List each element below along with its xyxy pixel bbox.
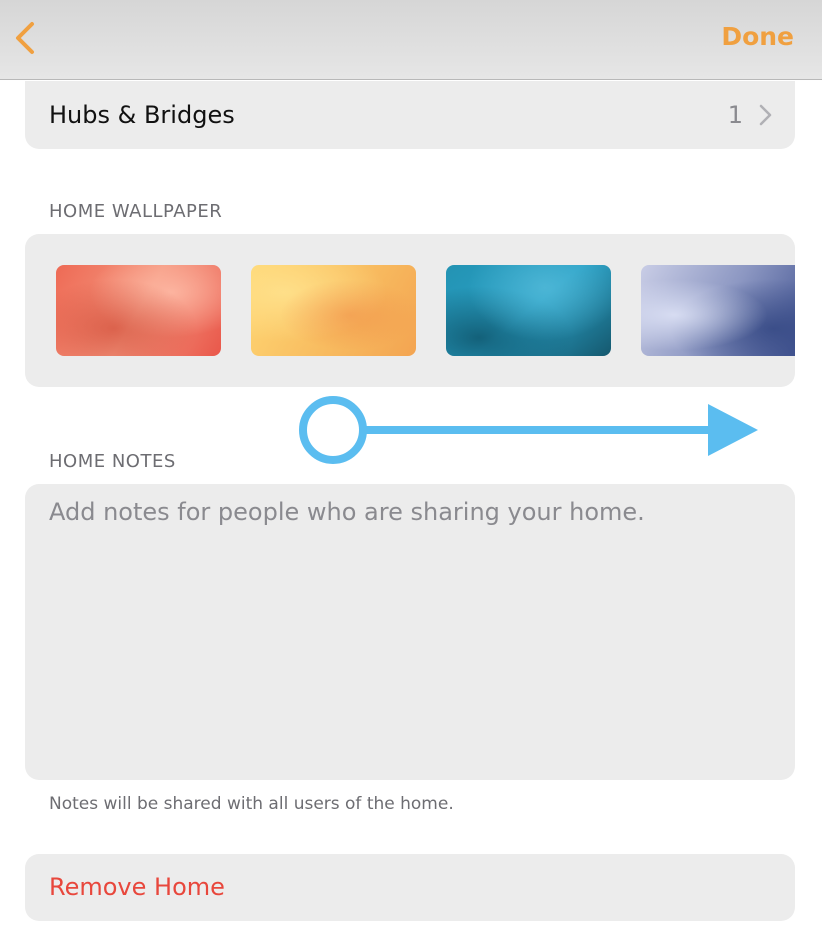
done-button[interactable]: Done — [721, 20, 794, 54]
hubs-and-bridges-label: Hubs & Bridges — [49, 101, 235, 129]
hubs-and-bridges-row[interactable]: Hubs & Bridges 1 — [25, 81, 795, 149]
notes-footer-text: Notes will be shared with all users of t… — [49, 794, 454, 814]
home-notes-header: HOME NOTES — [49, 451, 176, 472]
back-button[interactable] — [8, 18, 48, 58]
wallpaper-thumbnail-coral[interactable] — [56, 265, 221, 356]
remove-home-button[interactable]: Remove Home — [25, 854, 795, 921]
wallpaper-thumbnail-teal[interactable] — [446, 265, 611, 356]
wallpaper-picker[interactable] — [25, 234, 795, 387]
chevron-left-icon — [16, 22, 34, 54]
remove-home-label: Remove Home — [49, 873, 225, 901]
chevron-right-icon — [759, 104, 772, 126]
home-notes-placeholder: Add notes for people who are sharing you… — [49, 498, 645, 526]
home-wallpaper-header: HOME WALLPAPER — [49, 201, 223, 222]
wallpaper-strip[interactable] — [56, 265, 795, 356]
wallpaper-thumbnail-periwinkle[interactable] — [641, 265, 795, 356]
navigation-bar: Done — [0, 0, 822, 80]
swipe-right-arrow-icon — [299, 396, 758, 464]
home-notes-field[interactable]: Add notes for people who are sharing you… — [25, 484, 795, 780]
hubs-count: 1 — [727, 101, 743, 129]
wallpaper-thumbnail-yellow[interactable] — [251, 265, 416, 356]
